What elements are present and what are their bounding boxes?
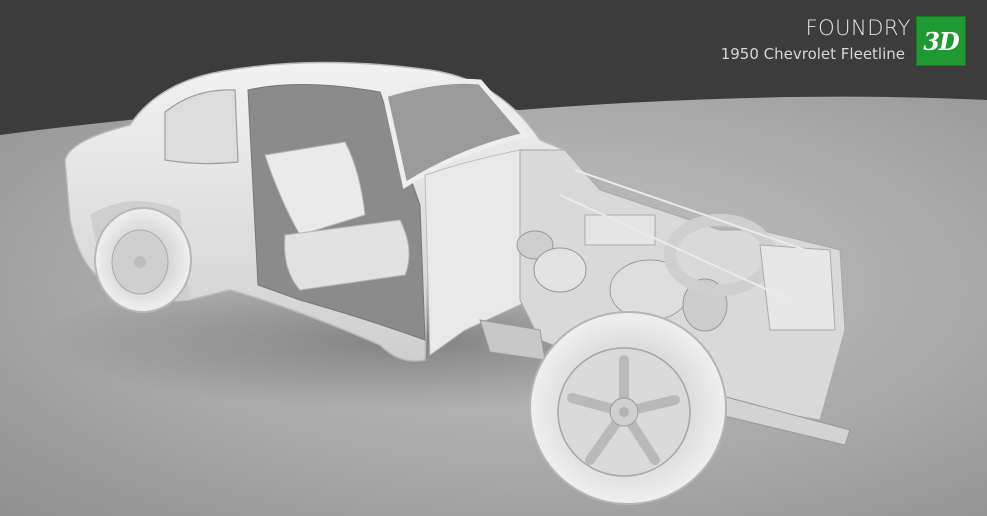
car-render	[0, 0, 987, 516]
model-subtitle: 1950 Chevrolet Fleetline	[720, 45, 905, 63]
rear-wheel	[94, 207, 192, 313]
logo-text: 3D	[923, 26, 960, 56]
brand-title: FOUNDRY	[805, 16, 911, 40]
foundry-3d-logo: 3D	[916, 16, 966, 66]
front-wheel	[529, 311, 727, 505]
render-viewport: FOUNDRY 1950 Chevrolet Fleetline 3D	[0, 0, 987, 516]
